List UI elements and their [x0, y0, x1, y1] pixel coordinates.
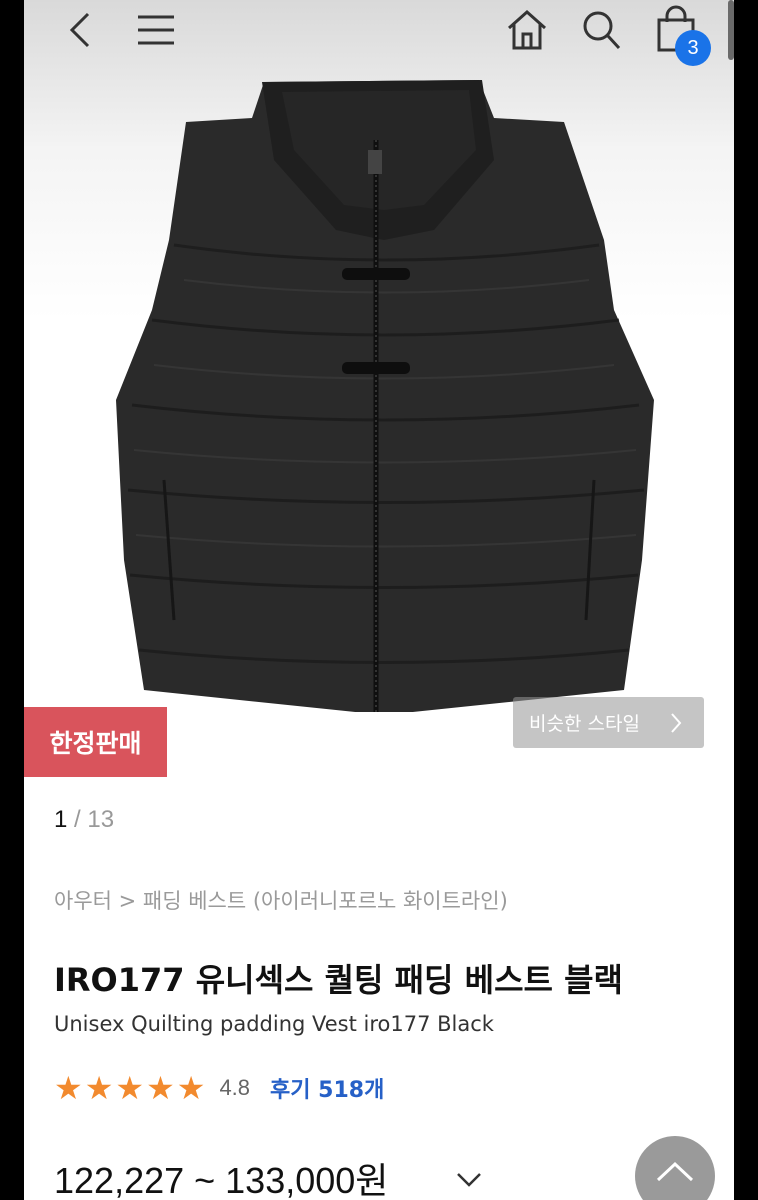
- chevron-down-icon[interactable]: [456, 1172, 482, 1188]
- similar-style-label: 비슷한 스타일: [529, 713, 640, 735]
- product-image-gallery[interactable]: [24, 0, 734, 712]
- total-image-count: 13: [87, 806, 115, 833]
- star-icon: ★: [54, 1069, 83, 1107]
- scrollbar[interactable]: [728, 0, 734, 60]
- cart-count-badge: 3: [675, 30, 711, 66]
- current-image-number: 1: [54, 806, 68, 833]
- scroll-to-top-button[interactable]: [635, 1136, 715, 1200]
- search-icon[interactable]: [580, 8, 622, 52]
- chevron-up-icon: [656, 1161, 694, 1182]
- category-breadcrumb[interactable]: 아우터 > 패딩 베스트 (아이러니포르노 화이트라인): [54, 885, 508, 915]
- star-icon: ★: [176, 1069, 206, 1107]
- product-detail-screen: 3 한정판매 비슷한 스타일 1 / 13 아우터 > 패딩 베스트 (아이러니…: [24, 0, 734, 1200]
- similar-style-button[interactable]: 비슷한 스타일: [513, 697, 704, 748]
- rating-value: 4.8: [219, 1075, 251, 1100]
- star-rating: ★ ★ ★ ★ ★: [54, 1068, 207, 1108]
- star-icon: ★: [146, 1069, 175, 1107]
- price-range: 122,227 ~ 133,000원: [54, 1160, 389, 1200]
- vest-product-image: [116, 80, 654, 712]
- limited-sale-badge: 한정판매: [24, 707, 167, 777]
- pager-separator: /: [74, 806, 81, 833]
- reviews-link[interactable]: 후기 518개: [270, 1072, 384, 1104]
- rating-row: ★ ★ ★ ★ ★ 4.8 후기 518개: [54, 1068, 384, 1108]
- chevron-right-icon: [671, 713, 682, 733]
- star-icon: ★: [84, 1069, 114, 1107]
- top-navigation-bar: 3: [24, 0, 734, 66]
- hamburger-menu-icon[interactable]: [136, 14, 176, 46]
- product-title-korean: IRO177 유니섹스 퀄팅 패딩 베스트 블랙: [54, 961, 623, 999]
- home-icon[interactable]: [506, 8, 548, 52]
- image-pager: 1 / 13: [54, 806, 114, 834]
- star-icon: ★: [115, 1069, 145, 1107]
- product-title-english: Unisex Quilting padding Vest iro177 Blac…: [54, 1012, 494, 1036]
- chevron-left-icon[interactable]: [66, 10, 96, 50]
